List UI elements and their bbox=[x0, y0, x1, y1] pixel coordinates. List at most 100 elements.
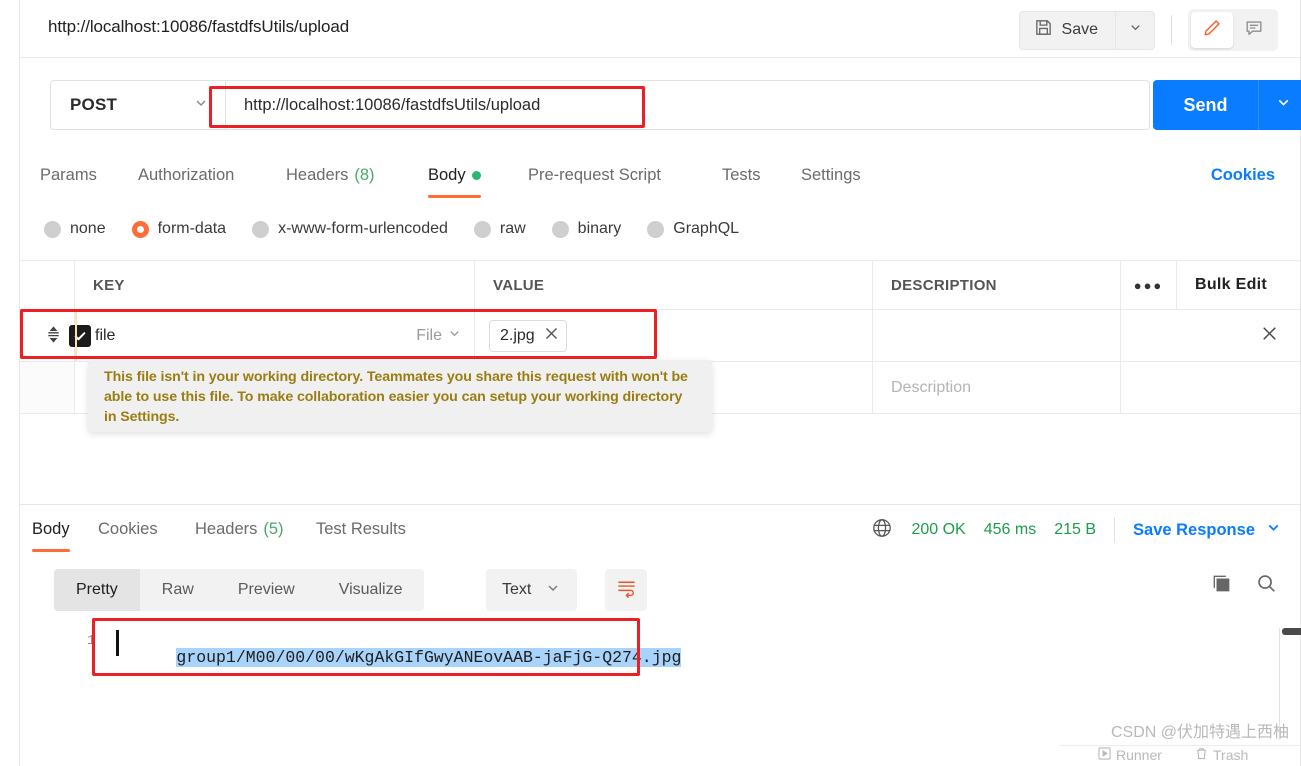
footer-bar: Runner Trash bbox=[1060, 746, 1301, 766]
http-method-label: POST bbox=[70, 95, 118, 114]
row-value-cell[interactable]: 2.jpg bbox=[475, 310, 873, 361]
trash-button[interactable]: Trash bbox=[1195, 747, 1248, 763]
csdn-watermark: CSDN @伏加特遇上西柚 bbox=[1110, 724, 1289, 741]
body-type-form-data[interactable]: form-data bbox=[131, 220, 227, 238]
header-description: DESCRIPTION bbox=[873, 261, 1121, 309]
save-response-button[interactable]: Save Response bbox=[1133, 519, 1282, 541]
drag-handle-icon[interactable] bbox=[46, 325, 61, 346]
response-format-label: Text bbox=[502, 581, 532, 598]
search-icon[interactable] bbox=[1255, 572, 1278, 600]
table-header-row: KEY VALUE DESCRIPTION ●●● Bulk Edit bbox=[20, 260, 1300, 310]
body-type-binary[interactable]: binary bbox=[551, 220, 622, 238]
body-type-raw-label: raw bbox=[499, 220, 526, 237]
header-actions: Save bbox=[1018, 9, 1278, 51]
close-icon[interactable] bbox=[1261, 325, 1278, 347]
tab-headers-label: Headers bbox=[286, 165, 349, 184]
cookies-link[interactable]: Cookies bbox=[1211, 152, 1275, 198]
body-type-raw[interactable]: raw bbox=[473, 220, 526, 238]
response-status-group: 200 OK 456 ms 215 B Save Response bbox=[871, 506, 1282, 554]
tab-pre-request-script[interactable]: Pre-request Script bbox=[528, 152, 661, 198]
body-type-graphql-label: GraphQL bbox=[673, 220, 740, 237]
row-handle-cell bbox=[20, 362, 75, 413]
save-button[interactable]: Save bbox=[1018, 10, 1115, 50]
chevron-down-icon bbox=[447, 326, 462, 346]
tab-settings[interactable]: Settings bbox=[801, 152, 861, 198]
header-icon-group bbox=[1188, 9, 1278, 51]
tab-headers[interactable]: Headers (8) bbox=[286, 152, 375, 198]
selected-file-chip[interactable]: 2.jpg bbox=[489, 319, 567, 352]
chevron-down-icon bbox=[193, 95, 209, 116]
http-method-select[interactable]: POST bbox=[50, 80, 225, 130]
body-type-radio-group: none form-data x-www-form-urlencoded raw… bbox=[20, 206, 1300, 252]
radio-icon bbox=[473, 220, 491, 238]
view-raw-button[interactable]: Raw bbox=[140, 569, 216, 611]
chevron-down-icon bbox=[1275, 94, 1292, 116]
wrap-lines-icon bbox=[616, 577, 637, 603]
response-tab-headers[interactable]: Headers (5) bbox=[195, 506, 284, 552]
send-button[interactable]: Send bbox=[1153, 80, 1258, 130]
row-description-input[interactable]: Description bbox=[873, 362, 1121, 413]
save-response-label: Save Response bbox=[1133, 520, 1255, 539]
table-options-button[interactable]: ●●● bbox=[1121, 261, 1177, 309]
file-warning-tooltip: This file isn't in your working director… bbox=[88, 360, 712, 432]
body-type-urlencoded[interactable]: x-www-form-urlencoded bbox=[252, 220, 448, 238]
response-size: 215 B bbox=[1054, 521, 1097, 538]
ellipsis-icon: ●●● bbox=[1133, 277, 1164, 293]
body-type-none-label: none bbox=[70, 220, 106, 237]
url-bar-row: POST http://localhost:10086/fastdfsUtils… bbox=[20, 58, 1301, 148]
row-type-select[interactable]: File bbox=[416, 326, 462, 346]
runner-label: Runner bbox=[1116, 747, 1162, 763]
comments-button[interactable] bbox=[1233, 12, 1275, 48]
header-handle-cell bbox=[20, 261, 75, 309]
header-divider bbox=[1171, 15, 1172, 45]
response-tab-cookies[interactable]: Cookies bbox=[98, 506, 158, 552]
response-divider bbox=[20, 504, 1300, 505]
save-options-button[interactable] bbox=[1115, 10, 1155, 50]
tab-params[interactable]: Params bbox=[40, 152, 97, 198]
page-title: http://localhost:10086/fastdfsUtils/uplo… bbox=[48, 17, 350, 36]
row-handle-cell bbox=[20, 310, 91, 361]
request-header-bar: http://localhost:10086/fastdfsUtils/uplo… bbox=[20, 0, 1300, 58]
body-type-graphql[interactable]: GraphQL bbox=[647, 220, 739, 238]
status-divider bbox=[1114, 517, 1116, 543]
tab-headers-count: (8) bbox=[354, 165, 375, 184]
postman-window: http://localhost:10086/fastdfsUtils/uplo… bbox=[0, 0, 1301, 766]
trash-label: Trash bbox=[1213, 747, 1249, 763]
body-type-none[interactable]: none bbox=[44, 220, 106, 238]
tab-settings-label: Settings bbox=[801, 165, 861, 184]
response-format-select[interactable]: Text bbox=[486, 569, 578, 611]
row-description-cell[interactable] bbox=[873, 310, 1121, 361]
tab-tests[interactable]: Tests bbox=[722, 152, 761, 198]
header-value: VALUE bbox=[475, 261, 873, 309]
url-input-value: http://localhost:10086/fastdfsUtils/uplo… bbox=[244, 95, 541, 114]
close-icon[interactable] bbox=[545, 327, 558, 344]
row-delete-cell bbox=[1177, 310, 1300, 361]
response-body-line[interactable]: group1/M00/00/00/wKgAkGIfGwyANEovAAB-jaF… bbox=[117, 629, 682, 686]
tab-authorization[interactable]: Authorization bbox=[138, 152, 234, 198]
view-pretty-button[interactable]: Pretty bbox=[54, 569, 140, 611]
response-tab-body[interactable]: Body bbox=[32, 506, 70, 552]
view-visualize-button[interactable]: Visualize bbox=[317, 569, 425, 611]
radio-icon bbox=[44, 220, 61, 238]
radio-selected-icon bbox=[131, 220, 149, 238]
response-tab-test-results[interactable]: Test Results bbox=[316, 506, 406, 552]
response-format-bar: Pretty Raw Preview Visualize Text bbox=[20, 558, 1300, 620]
tab-body[interactable]: Body bbox=[428, 152, 481, 198]
chevron-down-icon bbox=[1265, 519, 1282, 541]
row-key-input[interactable]: file File bbox=[75, 310, 475, 361]
body-type-binary-label: binary bbox=[577, 220, 622, 237]
edit-request-button[interactable] bbox=[1191, 12, 1233, 48]
response-tabs: Body Cookies Headers (5) Test Results 20… bbox=[20, 506, 1300, 554]
bulk-edit-button[interactable]: Bulk Edit bbox=[1177, 261, 1300, 309]
response-scrollbar-thumb[interactable] bbox=[1282, 628, 1301, 635]
send-options-button[interactable] bbox=[1258, 80, 1301, 130]
response-tab-headers-count: (5) bbox=[263, 519, 284, 538]
row-spacer-cell bbox=[1121, 310, 1177, 361]
body-type-form-data-label: form-data bbox=[157, 220, 227, 237]
copy-icon[interactable] bbox=[1210, 572, 1233, 600]
runner-button[interactable]: Runner bbox=[1098, 747, 1162, 763]
url-input[interactable]: http://localhost:10086/fastdfsUtils/uplo… bbox=[225, 80, 1150, 130]
wrap-lines-button[interactable] bbox=[605, 569, 647, 611]
view-preview-button[interactable]: Preview bbox=[216, 569, 317, 611]
active-tab-underline bbox=[32, 549, 70, 552]
